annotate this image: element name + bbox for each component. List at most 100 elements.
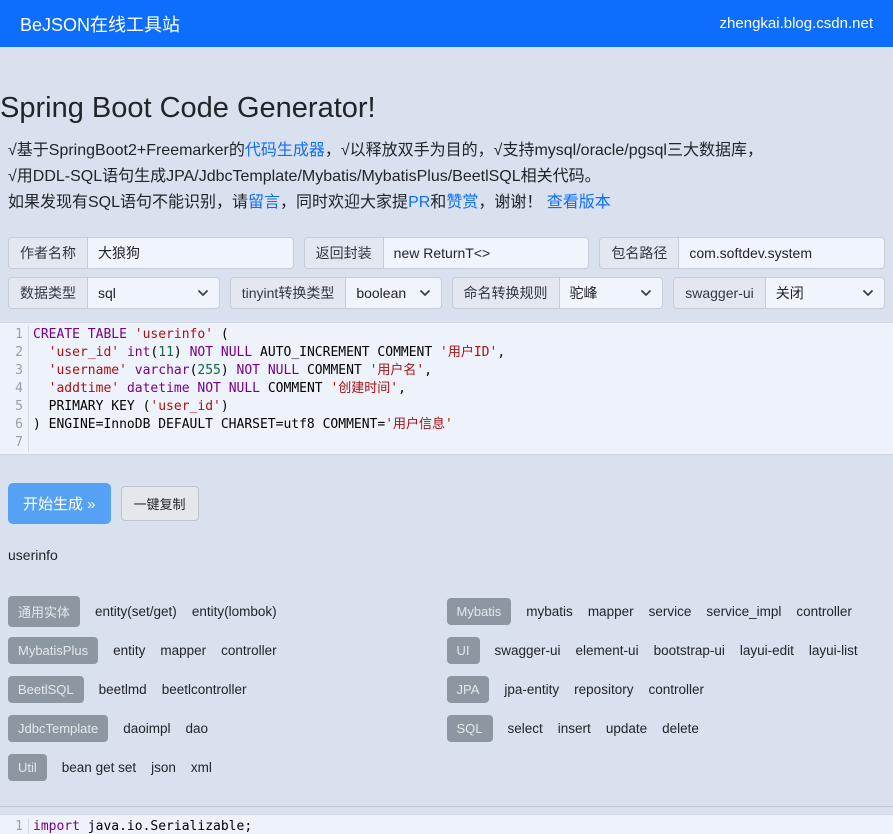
author-name-group: 作者名称 [8, 237, 294, 269]
return-wrapper-group: 返回封装 [304, 237, 590, 269]
line-number: 4 [0, 380, 29, 398]
mybatis-badge: Mybatis [447, 598, 512, 625]
return-wrapper-label: 返回封装 [304, 237, 384, 269]
code-content: 'user_id' int(11) NOT NULL AUTO_INCREMEN… [29, 344, 505, 362]
mybatis-link-service[interactable]: service [649, 604, 692, 619]
generator-group-mybatisplus: MybatisPlus entity mapper controller [8, 636, 447, 664]
intro-link[interactable]: 赞赏 [446, 194, 478, 211]
generator-groups-left: 通用实体 entity(set/get) entity(lombok) Mybatis… [8, 597, 447, 792]
mybatis-link-mybatis[interactable]: mybatis [526, 604, 573, 619]
ui-link-element-ui[interactable]: element-ui [576, 643, 639, 658]
mybatisplus-link-mapper[interactable]: mapper [160, 643, 206, 658]
ui-link-swagger-ui[interactable]: swagger-ui [495, 643, 561, 658]
jdbctemplate-link-dao[interactable]: dao [186, 721, 209, 736]
naming-rule-selected-value: 驼峰 [570, 283, 598, 303]
mybatis-link-mapper[interactable]: mapper [588, 604, 634, 619]
jdbctemplate-link-daoimpl[interactable]: daoimpl [123, 721, 170, 736]
ui-link-layui-edit[interactable]: layui-edit [740, 643, 794, 658]
data-type-group: 数据类型sql [8, 277, 220, 309]
intro-segment: 和 [430, 194, 446, 211]
code-line: 7 [0, 434, 893, 452]
copy-button[interactable]: 一键复制 [121, 486, 199, 521]
util-link-json[interactable]: json [151, 760, 176, 775]
generator-group-util: Util bean get set jsonxml [8, 753, 447, 781]
jpa-badge: JPA [447, 676, 490, 703]
util-badge: Util [8, 754, 47, 781]
line-number: 1 [0, 818, 29, 834]
intro-link[interactable]: 代码生成器 [245, 142, 325, 159]
beetlsql-link-beetlmd[interactable]: beetlmd [99, 682, 147, 697]
jpa-link-controller[interactable]: controller [648, 682, 704, 697]
line-number: 2 [0, 344, 29, 362]
generator-groups-right: Mybatismybatismapperserviceservice_implc… [447, 597, 886, 792]
code-line: 6) ENGINE=InnoDB DEFAULT CHARSET=utf8 CO… [0, 416, 893, 434]
sql-link-delete[interactable]: delete [662, 721, 699, 736]
sql-link-select[interactable]: select [508, 721, 543, 736]
mybatisplus-link-controller[interactable]: controller [221, 643, 277, 658]
intro-segment: ，同时欢迎大家提 [280, 194, 408, 211]
generator-group-mybatis: Mybatis mybatis mapper service service_impl c… [447, 597, 886, 625]
generator-group-jdbctemplate: JdbcTemplatedaoimpldao [8, 714, 447, 742]
code-line: 3 'username' varchar(255) NOT NULL COMME… [0, 362, 893, 380]
package-path-group: 包名路径 [599, 237, 885, 269]
sql-badge: SQL [447, 715, 493, 742]
beetlsql-badge: BeetlSQL [8, 676, 84, 703]
code-content: import java.io.Serializable; [29, 818, 252, 834]
mybatis-link-service-impl[interactable]: service_impl [706, 604, 781, 619]
intro-link[interactable]: 留言 [248, 194, 280, 211]
table-name-label: userinfo [8, 547, 885, 563]
top-navbar: BeJSON在线工具站 zhengkai.blog.csdn.net [0, 0, 893, 47]
intro-link[interactable]: 查看版本 [547, 194, 611, 211]
jpa-link-repository[interactable]: repository [574, 682, 633, 697]
generate-button[interactable]: 开始生成 » [8, 483, 111, 524]
naming-rule-select[interactable]: 驼峰 [560, 277, 664, 309]
package-path-input[interactable] [679, 237, 885, 269]
mybatisplus-badge: MybatisPlus [8, 637, 98, 664]
swagger-ui-select[interactable]: 关闭 [766, 277, 885, 309]
sql-link-update[interactable]: update [606, 721, 647, 736]
generator-group-sql: SQL select insert update delete [447, 714, 886, 742]
code-content: 'addtime' datetime NOT NULL COMMENT '创建时… [29, 380, 406, 398]
code-line: 1CREATE TABLE 'userinfo' ( [0, 326, 893, 344]
mybatisplus-link-entity[interactable]: entity [113, 643, 145, 658]
tinyint-convert-type-select[interactable]: boolean [346, 277, 441, 309]
line-number: 7 [0, 434, 29, 452]
chevron-down-icon [419, 287, 431, 299]
blog-link[interactable]: zhengkai.blog.csdn.net [720, 15, 873, 32]
return-wrapper-input[interactable] [384, 237, 590, 269]
sql-editor[interactable]: 1CREATE TABLE 'userinfo' (2 'user_id' in… [0, 322, 893, 455]
site-brand[interactable]: BeJSON在线工具站 [20, 11, 180, 37]
line-number: 1 [0, 326, 29, 344]
tinyint-convert-type-label: tinyint转换类型 [230, 277, 347, 309]
tinyint-convert-type-group: tinyint转换类型boolean [230, 277, 442, 309]
intro-segment: √用DDL-SQL语句生成JPA/JdbcTemplate/Mybatis/My… [8, 168, 601, 185]
ui-badge: UI [447, 637, 480, 664]
common-entity-badge: 通用实体 [8, 596, 80, 627]
beetlsql-link-beetlcontroller[interactable]: beetlcontroller [162, 682, 247, 697]
common-entity-link-entity-lombok-[interactable]: entity(lombok) [192, 604, 277, 619]
code-content [29, 434, 33, 452]
package-path-label: 包名路径 [599, 237, 679, 269]
chevron-down-icon [197, 287, 209, 299]
author-name-input[interactable] [88, 237, 294, 269]
generator-group-ui: UI swagger-ui element-ui bootstrap-ui layui-… [447, 636, 886, 664]
intro-segment: ，谢谢！ [478, 194, 546, 211]
page-title: Spring Boot Code Generator! [0, 92, 893, 125]
naming-rule-group: 命名转换规则驼峰 [452, 277, 664, 309]
swagger-ui-selected-value: 关闭 [776, 283, 804, 303]
util-link-bean-get-set[interactable]: bean get set [62, 760, 136, 775]
ui-link-layui-list[interactable]: layui-list [809, 643, 858, 658]
section-divider [0, 806, 893, 807]
sql-link-insert[interactable]: insert [558, 721, 591, 736]
generator-group-jpa: JPA jpa-entity repository controller [447, 675, 886, 703]
ui-link-bootstrap-ui[interactable]: bootstrap-ui [654, 643, 725, 658]
java-output-editor[interactable]: 1import java.io.Serializable;2import lom… [0, 814, 893, 834]
data-type-select[interactable]: sql [88, 277, 220, 309]
jpa-link-jpa-entity[interactable]: jpa-entity [504, 682, 559, 697]
util-link-xml[interactable]: xml [191, 760, 212, 775]
mybatis-link-controller[interactable]: controller [796, 604, 852, 619]
intro-link[interactable]: PR [408, 194, 430, 211]
intro-line: 如果发现有SQL语句不能识别，请留言，同时欢迎大家提PR和赞赏，谢谢！ 查看版本 [8, 190, 885, 216]
data-type-selected-value: sql [98, 285, 116, 301]
common-entity-link-entity-set-get-[interactable]: entity(set/get) [95, 604, 177, 619]
